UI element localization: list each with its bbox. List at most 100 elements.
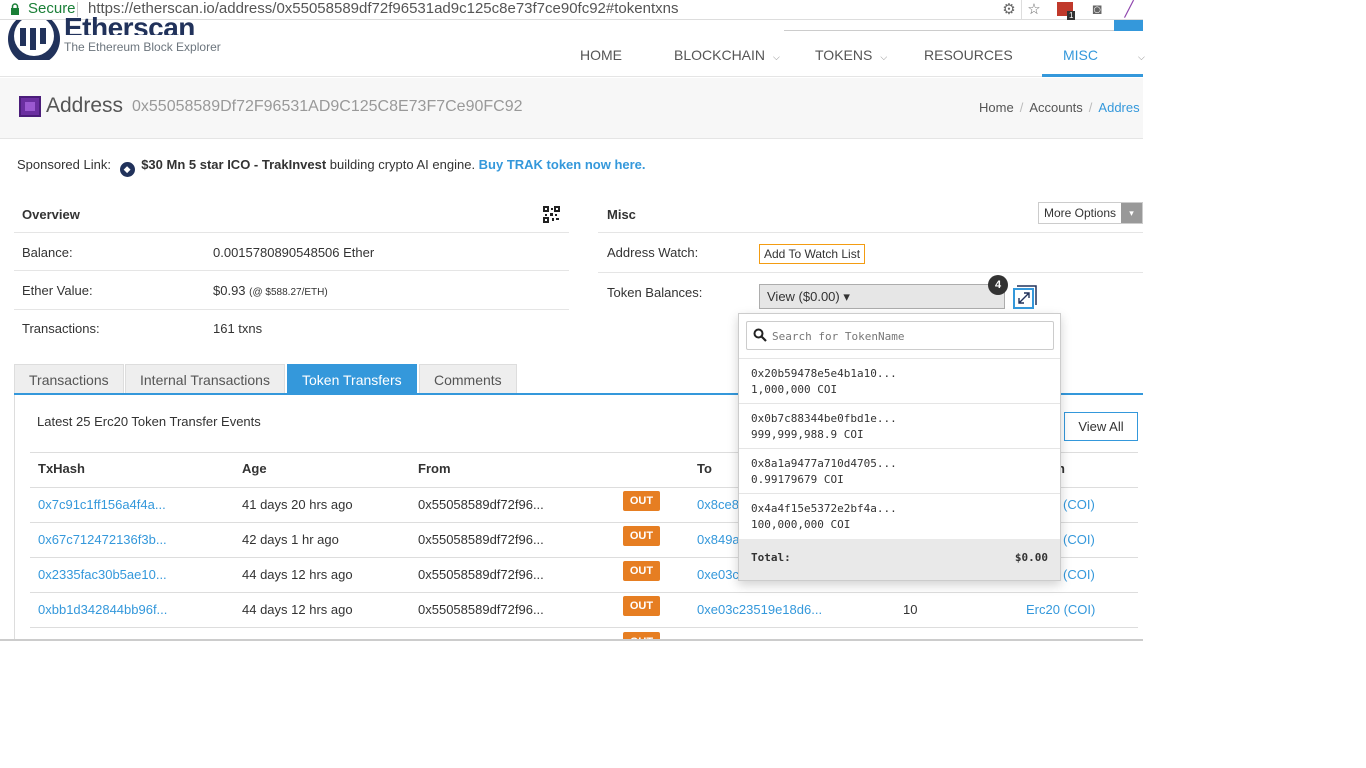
divider (14, 270, 569, 271)
out-badge: OUT (623, 491, 660, 511)
address-hash: 0x55058589Df72F96531AD9C125C8E73F7Ce90FC… (132, 98, 523, 115)
token-amount: 1,000,000 COI (751, 383, 838, 396)
tx-to-link[interactable]: 0x849a (697, 532, 740, 547)
tab-internal-transactions[interactable]: Internal Transactions (125, 364, 285, 394)
breadcrumb-address: Addres (1098, 100, 1140, 115)
viewport-edge (0, 639, 1143, 641)
page-title-bar: Address 0x55058589Df72F96531AD9C125C8E73… (0, 78, 1143, 139)
qr-code-icon[interactable] (543, 206, 560, 223)
ether-value-amount: $0.93 (213, 283, 246, 298)
view-all-button[interactable]: View All (1064, 412, 1138, 441)
site-settings-icon[interactable]: ⚙ (1000, 1, 1018, 18)
overview-title: Overview (22, 207, 80, 222)
token-link[interactable]: Erc20 (COI) (1026, 602, 1095, 617)
nav-resources[interactable]: RESOURCES (924, 47, 1013, 63)
divider (14, 309, 569, 310)
out-badge: OUT (623, 561, 660, 581)
pen-icon[interactable]: ╱ (1120, 1, 1138, 18)
star-icon[interactable]: ☆ (1025, 1, 1043, 18)
expand-icon[interactable] (1013, 285, 1037, 309)
token-item[interactable]: 0x20b59478e5e4b1a10... 1,000,000 COI (739, 358, 1060, 403)
token-search-box[interactable] (746, 321, 1054, 350)
token-link[interactable]: (COI) (1063, 497, 1095, 512)
tx-age: 44 days 12 hrs ago (242, 567, 353, 582)
tx-from: 0x55058589df72f96... (418, 497, 544, 512)
nav-blockchain[interactable]: BLOCKCHAIN ⌵ (674, 47, 780, 63)
nav-misc[interactable]: MISC ⌵ (1063, 47, 1145, 63)
column-header-to: To (697, 461, 712, 476)
token-balances-menu: 0x20b59478e5e4b1a10... 1,000,000 COI 0x0… (738, 313, 1061, 581)
chevron-down-icon: ▾ (1121, 203, 1143, 223)
total-value: $0.00 (1014, 551, 1048, 564)
column-header-from: From (418, 461, 451, 476)
breadcrumb-home[interactable]: Home (979, 100, 1014, 115)
divider (14, 232, 569, 233)
extension-badge: 1 (1067, 11, 1076, 20)
column-header-age: Age (242, 461, 267, 476)
add-to-watch-list-button[interactable]: Add To Watch List (759, 244, 866, 264)
token-item[interactable]: 0x4a4f15e5372e2bf4a... 100,000,000 COI (739, 493, 1060, 538)
nav-label: TOKENS (815, 47, 873, 63)
nav-label: MISC (1063, 47, 1098, 63)
token-amount: 0.99179679 COI (751, 473, 844, 486)
token-amount: 100,000,000 COI (751, 518, 851, 531)
tx-hash-link[interactable]: 0x2335fac30b5ae10... (38, 567, 167, 582)
token-search-input[interactable] (772, 326, 1047, 346)
divider (598, 272, 1143, 273)
transactions-label: Transactions: (22, 321, 100, 336)
logo-text[interactable]: Etherscan (64, 16, 195, 35)
chevron-down-icon: ⌵ (1138, 52, 1145, 62)
more-options-button[interactable]: More Options ▾ (1038, 202, 1144, 224)
chevron-down-icon: ⌵ (773, 52, 780, 62)
token-balances-label: Token Balances: (607, 285, 703, 300)
transactions-value: 161 txns (213, 321, 263, 336)
sponsored-text: building crypto AI engine. (326, 157, 479, 172)
site-header: Etherscan The Ethereum Block Explorer HO… (0, 16, 1145, 77)
active-nav-indicator (1042, 74, 1143, 77)
token-item[interactable]: 0x0b7c88344be0fbd1e... 999,999,988.9 COI (739, 403, 1060, 448)
out-badge: OUT (623, 526, 660, 546)
misc-title: Misc (607, 207, 636, 222)
search-input[interactable] (784, 27, 1114, 31)
tx-to-link[interactable]: 0xe03c23519e18d6... (697, 602, 822, 617)
divider (598, 232, 1143, 233)
token-link[interactable]: (COI) (1063, 532, 1095, 547)
logo-icon[interactable] (8, 20, 62, 60)
out-badge: OUT (623, 596, 660, 616)
token-count-badge: 4 (988, 275, 1008, 295)
sponsored-cta-link[interactable]: Buy TRAK token now here. (479, 157, 646, 172)
tx-hash-link[interactable]: 0x67c712472136f3b... (38, 532, 167, 547)
ether-value: $0.93 (@ $588.27/ETH) (213, 283, 328, 298)
tab-transactions[interactable]: Transactions (14, 364, 124, 394)
tx-to-link[interactable]: 0xe03c (697, 567, 739, 582)
more-options-label: More Options (1044, 206, 1117, 220)
token-address: 0x0b7c88344be0fbd1e... (751, 412, 897, 425)
token-item[interactable]: 0x8a1a9477a710d4705... 0.99179679 COI (739, 448, 1060, 493)
token-balances-dropdown[interactable]: View ($0.00) ▾ (759, 284, 1005, 309)
token-link[interactable]: (COI) (1063, 567, 1095, 582)
tx-hash-link[interactable]: 0x7c91c1ff156a4f4a... (38, 497, 166, 512)
tx-to-link[interactable]: 0x8ce8 (697, 497, 739, 512)
tab-comments[interactable]: Comments (419, 364, 517, 394)
camera-icon[interactable]: ◙ (1088, 1, 1106, 18)
tx-age: 44 days 12 hrs ago (242, 602, 353, 617)
sponsored-label: Sponsored Link: (17, 157, 111, 172)
nav-tokens[interactable]: TOKENS ⌵ (815, 47, 887, 63)
nav-label: RESOURCES (924, 47, 1013, 63)
nav-label: HOME (580, 47, 622, 63)
column-header-txhash: TxHash (38, 461, 85, 476)
ether-rate: (@ $588.27/ETH) (249, 287, 328, 298)
nav-home[interactable]: HOME (580, 47, 622, 63)
ether-value-label: Ether Value: (22, 283, 93, 298)
tx-from: 0x55058589df72f96... (418, 532, 544, 547)
chevron-down-icon: ⌵ (880, 52, 888, 62)
sponsored-link: Sponsored Link: ◆ $30 Mn 5 star ICO - Tr… (17, 157, 646, 177)
tx-hash-link[interactable]: 0xbb1d342844bb96f... (38, 602, 167, 617)
search-button[interactable] (1114, 20, 1143, 31)
breadcrumb-accounts[interactable]: Accounts (1029, 100, 1082, 115)
total-label: Total: (751, 551, 791, 564)
tab-token-transfers[interactable]: Token Transfers (287, 364, 417, 394)
divider (77, 2, 78, 17)
token-address: 0x20b59478e5e4b1a10... (751, 367, 897, 380)
logo-subtitle: The Ethereum Block Explorer (64, 40, 221, 54)
